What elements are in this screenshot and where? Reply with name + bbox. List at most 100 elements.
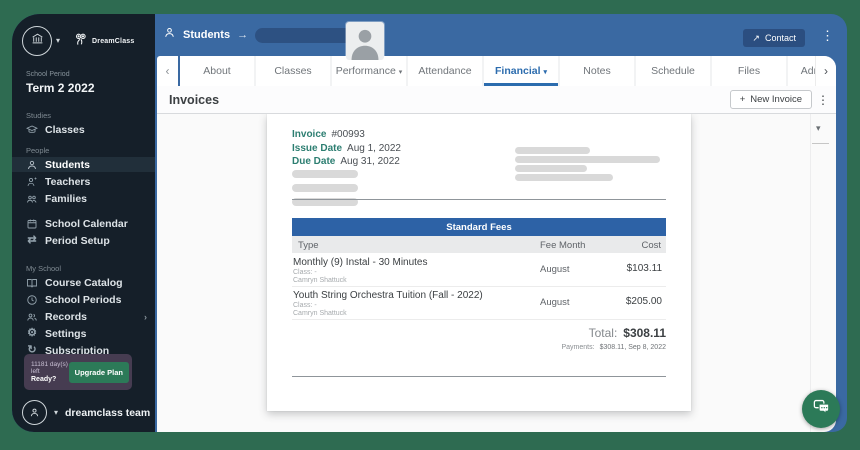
right-panel-divider xyxy=(810,114,811,432)
days-left-label: left xyxy=(31,368,40,375)
sidebar-item-classes[interactable]: Classes xyxy=(12,122,155,137)
page-title: Invoices xyxy=(169,93,219,107)
fee-class: Class: - xyxy=(293,302,317,309)
tab-schedule[interactable]: Schedule xyxy=(636,56,712,86)
school-period-value[interactable]: Term 2 2022 xyxy=(26,81,155,95)
tab-performance[interactable]: Performance▾ xyxy=(332,56,408,86)
plus-icon: + xyxy=(740,94,746,105)
tab-bar: ‹ About Classes Performance▾ Attendance … xyxy=(157,56,836,86)
chevron-down-icon: ▾ xyxy=(54,409,58,417)
invoice-select-underline xyxy=(812,143,829,144)
family-icon xyxy=(26,193,38,205)
invoice-number-label: Invoice xyxy=(292,129,326,140)
school-period-label: School Period xyxy=(26,71,155,78)
chat-bubbles-icon xyxy=(812,397,831,421)
account-menu[interactable]: ▾ dreamclass team xyxy=(22,400,150,425)
invoice-header: Invoice#00993 Issue DateAug 1, 2022 Due … xyxy=(292,128,401,169)
school-switcher[interactable] xyxy=(22,26,52,56)
sidebar-item-label: Records xyxy=(45,311,87,323)
sidebar-item-label: School Periods xyxy=(45,294,121,306)
invoice-select-caret-icon[interactable]: ▾ xyxy=(816,123,821,134)
fee-class: Class: - xyxy=(293,269,317,276)
standard-fees-header: Standard Fees xyxy=(292,218,666,236)
arrow-right-icon: → xyxy=(237,29,248,41)
chat-support-button[interactable] xyxy=(802,390,840,428)
sidebar-item-label: Course Catalog xyxy=(45,277,123,289)
caret-down-icon: ▾ xyxy=(399,68,403,76)
account-name: dreamclass team xyxy=(65,407,150,419)
tab-financial[interactable]: Financial▾ xyxy=(484,56,560,86)
fee-month: August xyxy=(540,264,570,275)
payments-label: Payments: xyxy=(561,344,594,351)
contact-label: Contact xyxy=(765,33,796,43)
sidebar-item-families[interactable]: Families xyxy=(12,191,155,206)
tab-strip: About Classes Performance▾ Attendance Fi… xyxy=(180,56,836,86)
app-window: ▾ DreamClass School Period Term 2 2022 S… xyxy=(12,14,847,432)
screen: ▾ DreamClass School Period Term 2 2022 S… xyxy=(0,0,860,450)
tabs-scroll-right-button[interactable]: › xyxy=(815,56,836,86)
invoice-totals: Total: $308.11 Payments: $308.11, Sep 8, 2… xyxy=(561,326,666,351)
sidebar-item-label: Classes xyxy=(45,124,85,136)
new-invoice-button[interactable]: + New Invoice xyxy=(730,90,812,109)
sidebar-item-label: Teachers xyxy=(45,176,90,188)
invoices-toolbar: Invoices + New Invoice ⋮ xyxy=(157,86,836,114)
redacted-text-bar xyxy=(515,156,660,163)
fee-row: Monthly (9) Instal - 30 Minutes Class: -… xyxy=(292,253,666,287)
tab-about[interactable]: About xyxy=(180,56,256,86)
redacted-text-bar xyxy=(292,170,358,178)
sidebar-item-students[interactable]: Students xyxy=(12,157,155,172)
issue-date: Aug 1, 2022 xyxy=(347,143,401,154)
sidebar-item-course-catalog[interactable]: Course Catalog xyxy=(12,275,155,290)
fee-row: Youth String Orchestra Tuition (Fall - 2… xyxy=(292,286,666,320)
tab-files[interactable]: Files xyxy=(712,56,788,86)
redacted-text-bar xyxy=(515,147,590,154)
sidebar-item-label: School Calendar xyxy=(45,218,128,230)
teacher-icon xyxy=(26,176,38,188)
sidebar-item-settings[interactable]: ⚙ Settings xyxy=(12,326,155,341)
caret-down-icon: ▾ xyxy=(544,68,548,76)
toolbar-kebab-icon[interactable]: ⋮ xyxy=(817,93,829,107)
chevron-down-icon[interactable]: ▾ xyxy=(56,37,60,45)
column-type: Type xyxy=(298,240,319,251)
person-icon xyxy=(26,159,38,171)
sidebar-header: ▾ DreamClass xyxy=(12,14,155,56)
invoice-document: Invoice#00993 Issue DateAug 1, 2022 Due … xyxy=(267,114,691,411)
graduation-cap-icon xyxy=(26,124,38,136)
tab-attendance[interactable]: Attendance xyxy=(408,56,484,86)
payments-value: $308.11, Sep 8, 2022 xyxy=(600,344,666,351)
sidebar-item-school-calendar[interactable]: School Calendar xyxy=(12,216,155,231)
sidebar-item-period-setup[interactable]: ⇄ Period Setup xyxy=(12,233,155,248)
days-left-value: 11181 day(s) xyxy=(31,361,68,368)
student-avatar[interactable] xyxy=(346,22,384,60)
redacted-text-bar xyxy=(515,165,587,172)
content-area: ▾ Invoice#00993 Issue DateAug 1, 2022 Du… xyxy=(157,114,836,432)
sidebar: ▾ DreamClass School Period Term 2 2022 S… xyxy=(12,14,155,432)
invoice-number: #00993 xyxy=(331,129,364,140)
tab-notes[interactable]: Notes xyxy=(560,56,636,86)
redacted-billing-info xyxy=(515,147,660,183)
sidebar-item-records[interactable]: Records › xyxy=(12,309,155,324)
breadcrumb-students[interactable]: Students xyxy=(183,29,230,41)
sidebar-item-label: Families xyxy=(45,193,87,205)
total-label: Total: xyxy=(589,326,618,340)
sidebar-item-school-periods[interactable]: Records School Periods xyxy=(12,292,155,307)
calendar-icon xyxy=(26,218,38,230)
topbar-kebab-icon[interactable]: ⋮ xyxy=(821,28,834,44)
fee-student: Camryn Shattuck xyxy=(293,277,347,284)
due-date: Aug 31, 2022 xyxy=(340,156,400,167)
sidebar-item-label: Students xyxy=(45,159,90,171)
fee-type: Youth String Orchestra Tuition (Fall - 2… xyxy=(293,290,483,301)
total-value: $308.11 xyxy=(623,326,666,340)
contact-button[interactable]: ↗ Contact xyxy=(743,29,805,47)
school-period-block: School Period Term 2 2022 xyxy=(26,71,155,95)
gear-icon: ⚙ xyxy=(26,328,38,339)
sidebar-item-teachers[interactable]: Teachers xyxy=(12,174,155,189)
column-fee-month: Fee Month xyxy=(540,240,585,251)
bank-icon xyxy=(31,32,44,50)
fee-month: August xyxy=(540,297,570,308)
upgrade-text: 11181 day(s) left Ready? xyxy=(31,361,69,384)
upgrade-plan-button[interactable]: Upgrade Plan xyxy=(69,362,129,383)
tab-classes[interactable]: Classes xyxy=(256,56,332,86)
account-avatar xyxy=(22,400,47,425)
tabs-scroll-left-button[interactable]: ‹ xyxy=(157,56,178,86)
